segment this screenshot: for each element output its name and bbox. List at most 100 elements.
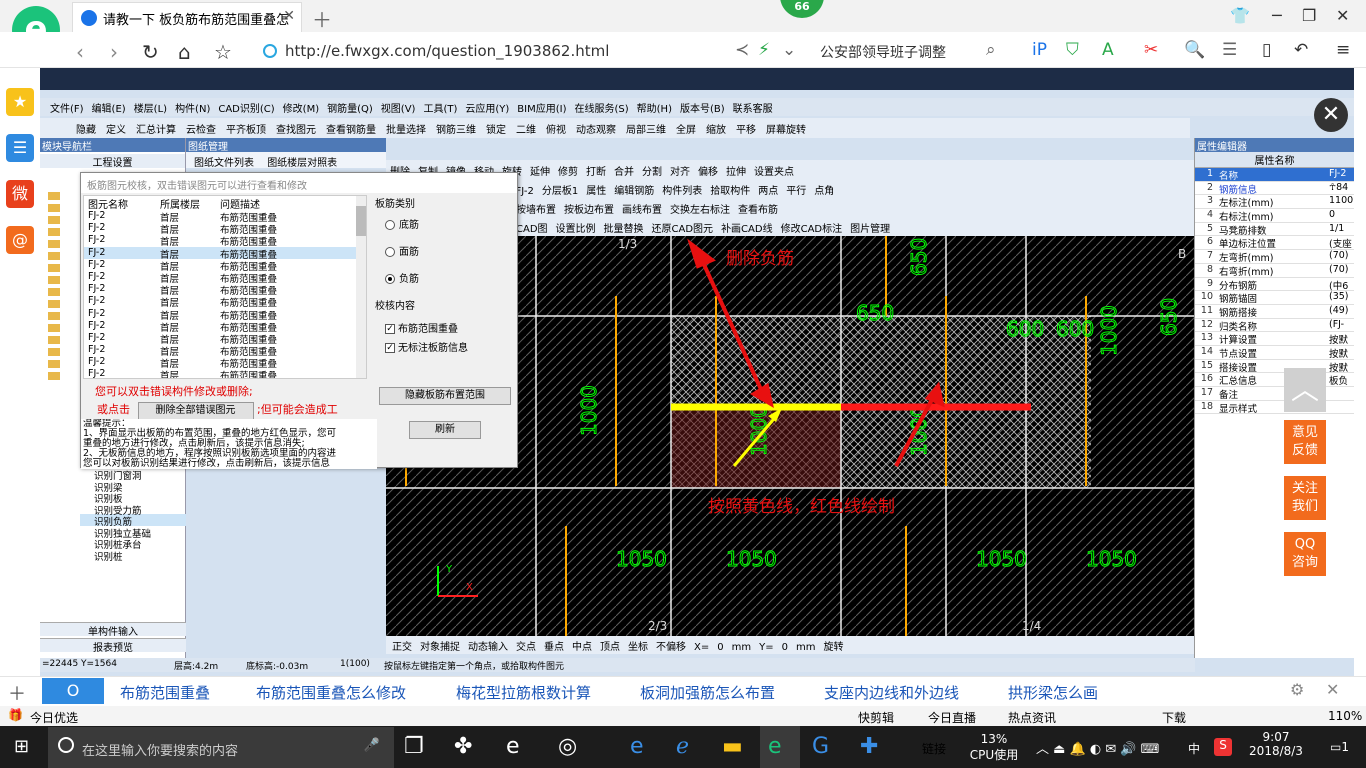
- toolbar-btn-17[interactable]: 屏幕旋转: [766, 125, 806, 136]
- toolbar-btn-7[interactable]: 批量选择: [386, 125, 426, 136]
- property-row[interactable]: 6 单边标注位置 (支座: [1195, 236, 1354, 250]
- tree-folder-icon[interactable]: [48, 204, 60, 212]
- cad-tool-0-7[interactable]: 打断: [586, 167, 606, 178]
- menu-icon[interactable]: ☰: [1222, 40, 1237, 60]
- scissors-icon[interactable]: ✂: [1144, 40, 1158, 60]
- property-row[interactable]: 14 节点设置 按默: [1195, 346, 1354, 360]
- snap-item-4[interactable]: 垂点: [544, 642, 564, 653]
- property-value[interactable]: 板负: [1329, 373, 1355, 387]
- sync-app-icon[interactable]: ◎: [558, 734, 577, 759]
- more-icon[interactable]: ≡: [1336, 40, 1350, 60]
- back-to-top-icon[interactable]: ︿: [1284, 368, 1326, 412]
- table-row[interactable]: FJ-2 首层 布筋范围重叠: [84, 344, 366, 358]
- fan-app-icon[interactable]: ✤: [454, 734, 472, 759]
- cad-tool-2-0[interactable]: 按墙布置: [516, 205, 556, 216]
- radio-icon[interactable]: [385, 274, 395, 284]
- property-value[interactable]: ☥84: [1329, 182, 1355, 193]
- status-item-news[interactable]: 热点资讯: [1008, 709, 1056, 726]
- cad-tool-1-9[interactable]: 两点: [758, 186, 778, 197]
- forward-icon[interactable]: ›: [110, 40, 118, 64]
- menu-item-11[interactable]: 在线服务(S): [575, 104, 629, 115]
- menu-item-3[interactable]: 构件(N): [175, 104, 210, 115]
- cad-tool-1-5[interactable]: 属性: [586, 186, 606, 197]
- restore-icon[interactable]: ❐: [1302, 6, 1316, 25]
- property-value[interactable]: (中6: [1329, 278, 1355, 292]
- snap-item-8[interactable]: 不偏移: [656, 642, 686, 653]
- property-value[interactable]: 1/1: [1329, 223, 1355, 234]
- sidebar-mail-icon[interactable]: @: [6, 226, 34, 254]
- table-row[interactable]: FJ-2 首层 布筋范围重叠: [84, 271, 366, 285]
- toolbar-btn-1[interactable]: 定义: [106, 125, 126, 136]
- home-icon[interactable]: ⌂: [178, 40, 191, 64]
- cad-tool-3-0[interactable]: CAD图: [516, 224, 548, 235]
- shield-icon[interactable]: ⛉: [1066, 40, 1079, 60]
- window-close-icon[interactable]: ✕: [1336, 6, 1349, 25]
- tray-icons[interactable]: ︿ ⏏ 🔔 ◐ ✉ 🔊 ⌨: [1036, 738, 1159, 757]
- toolbar-btn-0[interactable]: 隐藏: [76, 125, 96, 136]
- tree-folder-icon[interactable]: [48, 336, 60, 344]
- property-row[interactable]: 3 左标注(mm) 1100: [1195, 195, 1354, 209]
- tree-folder-icon[interactable]: [48, 252, 60, 260]
- check-option[interactable]: ✓ 布筋范围重叠: [385, 320, 515, 335]
- toolbar-btn-12[interactable]: 动态观察: [576, 125, 616, 136]
- property-row[interactable]: 17 备注: [1195, 387, 1354, 401]
- notification-center[interactable]: ▭1: [1330, 740, 1349, 754]
- snap-item-7[interactable]: 坐标: [628, 642, 648, 653]
- cad-tool-0-13[interactable]: 设置夹点: [754, 167, 794, 178]
- rebar-type-option[interactable]: 面筋: [385, 243, 515, 258]
- cad-tool-0-10[interactable]: 对齐: [670, 167, 690, 178]
- today-picks[interactable]: 今日优选: [30, 709, 78, 726]
- property-value[interactable]: FJ-2: [1329, 168, 1355, 179]
- property-row[interactable]: 7 左弯折(mm) (70): [1195, 250, 1354, 264]
- snap-item-2[interactable]: 动态输入: [468, 642, 508, 653]
- rebar-type-option[interactable]: 底筋: [385, 216, 515, 231]
- nav-item-0[interactable]: 识别门窗洞: [80, 468, 186, 482]
- ime-indicator[interactable]: 中: [1188, 740, 1200, 757]
- cad-tool-2-2[interactable]: 画线布置: [622, 205, 662, 216]
- search-input[interactable]: 公安部领导班子调整: [820, 42, 946, 62]
- menu-item-9[interactable]: 云应用(Y): [465, 104, 509, 115]
- tree-folder-icon[interactable]: [48, 372, 60, 380]
- table-row[interactable]: FJ-2 首层 布筋范围重叠: [84, 356, 366, 370]
- property-value[interactable]: (FJ-: [1329, 319, 1355, 330]
- related-link-4[interactable]: 支座内边线和外边线: [824, 682, 959, 703]
- property-row[interactable]: 15 搭接设置 按默: [1195, 360, 1354, 374]
- cad-tool-1-10[interactable]: 平行: [786, 186, 806, 197]
- property-row[interactable]: 5 马凳筋排数 1/1: [1195, 223, 1354, 237]
- magnifier-icon[interactable]: 🔍: [1184, 40, 1205, 60]
- clock[interactable]: 9:07 2018/8/3: [1244, 730, 1308, 758]
- tree-folder-icon[interactable]: [48, 288, 60, 296]
- cad-tool-3-5[interactable]: 修改CAD标注: [781, 224, 843, 235]
- property-value[interactable]: (70): [1329, 250, 1355, 261]
- status-item-live[interactable]: 今日直播: [928, 709, 976, 726]
- property-row[interactable]: 11 钢筋搭接 (49): [1195, 305, 1354, 319]
- taskbar-search[interactable]: 在这里输入你要搜索的内容 🎤: [48, 727, 394, 768]
- cad-tool-1-7[interactable]: 构件列表: [662, 186, 702, 197]
- snap-item-9[interactable]: X=: [694, 642, 709, 653]
- cad-tool-1-3[interactable]: FJ-2: [516, 186, 534, 197]
- status-item-download[interactable]: 下载: [1162, 709, 1186, 726]
- related-link-1[interactable]: 布筋范围重叠怎么修改: [256, 682, 406, 703]
- new-tab-icon[interactable]: ＋: [312, 4, 332, 33]
- cad-tool-0-11[interactable]: 偏移: [698, 167, 718, 178]
- browser-tab[interactable]: 请教一下 板负筋布筋范围重叠怎 ✕: [72, 2, 302, 32]
- property-value[interactable]: (支座: [1329, 236, 1355, 250]
- snap-item-10[interactable]: 0: [717, 642, 723, 653]
- nav-item-6[interactable]: 识别桩承台: [80, 537, 186, 551]
- task-view-icon[interactable]: ❐: [404, 734, 424, 759]
- cad-tool-0-12[interactable]: 拉伸: [726, 167, 746, 178]
- tree-folder-icon[interactable]: [48, 300, 60, 308]
- sogou-icon[interactable]: S: [1214, 738, 1232, 756]
- tree-folder-icon[interactable]: [48, 228, 60, 236]
- tree-folder-icon[interactable]: [48, 216, 60, 224]
- qq-button[interactable]: QQ咨询: [1284, 532, 1326, 576]
- tree-folder-icon[interactable]: [48, 192, 60, 200]
- radio-icon[interactable]: [385, 220, 395, 230]
- snap-item-5[interactable]: 中点: [572, 642, 592, 653]
- related-link-3[interactable]: 板洞加强筋怎么布置: [640, 682, 775, 703]
- toolbar-btn-2[interactable]: 汇总计算: [136, 125, 176, 136]
- tree-folder-icon[interactable]: [48, 276, 60, 284]
- ie-icon[interactable]: ℯ: [676, 734, 689, 759]
- menu-item-14[interactable]: 联系客服: [733, 104, 773, 115]
- translate-icon[interactable]: A: [1102, 40, 1114, 60]
